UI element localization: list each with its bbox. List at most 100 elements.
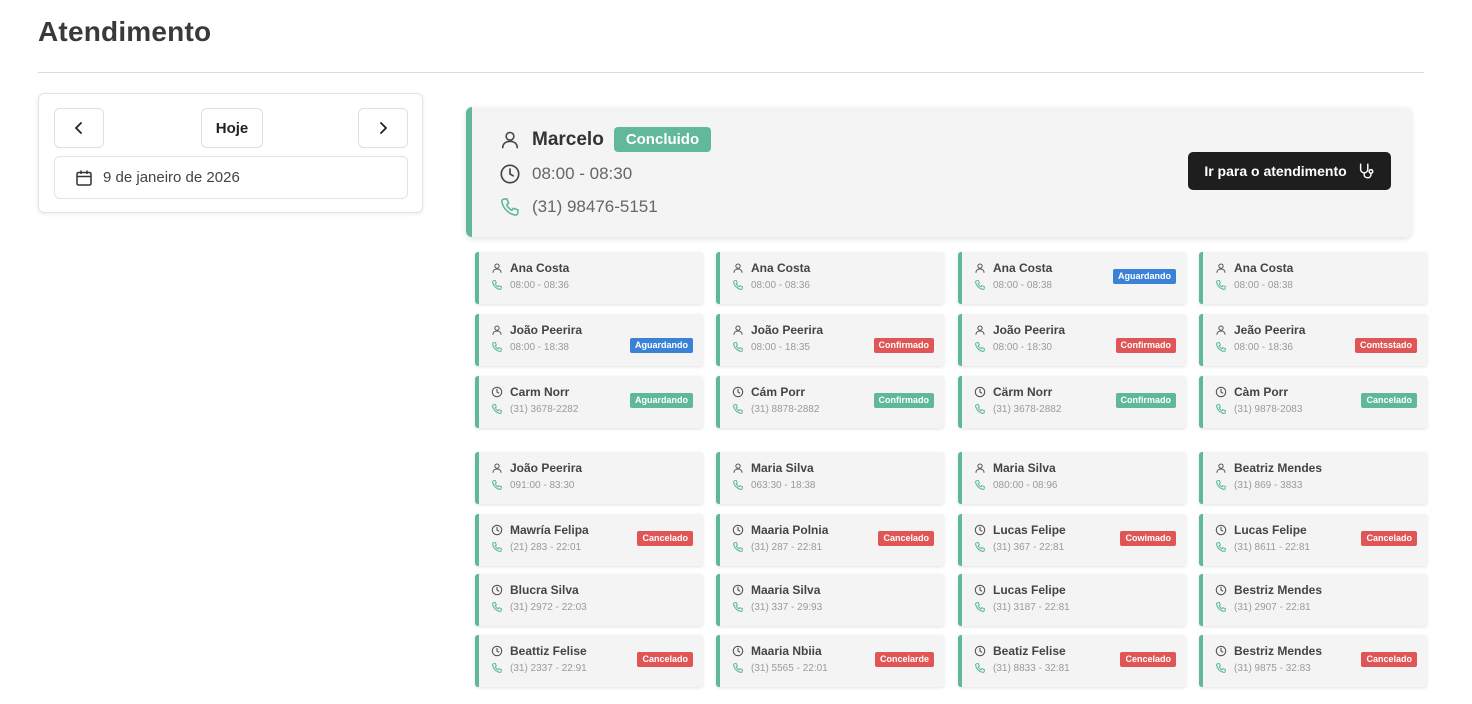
card-detail: (31) 5565 - 22:01 <box>751 663 828 674</box>
clock-icon <box>491 584 504 597</box>
patient-name: Càm Porr <box>1234 385 1289 399</box>
appointment-card[interactable]: Carm Norr (31) 3678-2282 Aguardando <box>475 376 703 428</box>
appointment-card[interactable]: Beattiz Felise (31) 2337 - 22:91 Cancelado <box>475 635 703 687</box>
status-badge: Cancelado <box>1361 531 1417 546</box>
phone-icon <box>1215 541 1228 554</box>
card-title-row: Cám Porr <box>732 385 805 399</box>
card-detail-row: (31) 3678-2882 <box>974 403 1061 416</box>
appointment-card[interactable]: Cärm Norr (31) 3678-2882 Confirmado <box>958 376 1186 428</box>
user-icon <box>1215 324 1228 337</box>
calendar-icon <box>75 169 93 187</box>
clock-icon <box>498 162 522 186</box>
phone-icon <box>974 541 987 554</box>
card-detail-row: (31) 8611 - 22:81 <box>1215 541 1310 554</box>
appointment-time: 08:00 - 08:30 <box>532 164 633 183</box>
appointment-card[interactable]: Lucas Felipe (31) 367 - 22:81 Cowimado <box>958 514 1186 566</box>
card-detail-row: (31) 869 - 3833 <box>1215 479 1302 492</box>
appointment-card[interactable]: Beatiz Felise (31) 8833 - 32:81 Cencelado <box>958 635 1186 687</box>
status-badge: Cancelado <box>1361 393 1417 408</box>
phone-icon <box>974 601 987 614</box>
card-detail-row: (31) 9878-2083 <box>1215 403 1302 416</box>
appointment-card[interactable]: Ana Costa 08:00 - 08:36 <box>475 252 703 304</box>
appointment-card[interactable]: João Peerira 08:00 - 18:35 Confirmado <box>716 314 944 366</box>
card-title-row: João Peerira <box>732 323 823 337</box>
clock-icon <box>1215 584 1228 597</box>
featured-appointment-card[interactable]: Marcelo Concluido 08:00 - 08:30 (31) 984… <box>466 107 1411 237</box>
appointment-card[interactable]: Mawría Felipa (21) 283 - 22:01 Cancelado <box>475 514 703 566</box>
phone-icon <box>1215 403 1228 416</box>
card-title-row: Ana Costa <box>1215 261 1293 275</box>
card-detail: (31) 9878-2083 <box>1234 404 1303 415</box>
status-badge: Cancelado <box>637 531 693 546</box>
phone-icon <box>732 479 745 492</box>
card-detail-row: (31) 2907 - 22:81 <box>1215 601 1311 614</box>
appointment-card[interactable]: João Peerira 08:00 - 18:30 Confirmado <box>958 314 1186 366</box>
card-detail: (31) 3678-2282 <box>510 404 579 415</box>
phone-icon <box>732 341 745 354</box>
patient-name: Mawría Felipa <box>510 523 589 537</box>
appointment-card[interactable]: Jeão Peerira 08:00 - 18:36 Comtsstado <box>1199 314 1427 366</box>
phone-icon <box>491 279 504 292</box>
appointment-card[interactable]: Blucra Silva (31) 2972 - 22:03 <box>475 574 703 626</box>
date-picker-field[interactable]: 9 de janeiro de 2026 <box>54 156 408 199</box>
appointment-card[interactable]: Maaria Polnia (31) 287 - 22:81 Cancelado <box>716 514 944 566</box>
appointment-card[interactable]: Bestriz Mendes (31) 9875 - 32:83 Cancelado <box>1199 635 1427 687</box>
card-detail: (31) 8878-2882 <box>751 404 820 415</box>
patient-name: Beatiz Felise <box>993 644 1066 658</box>
patient-name: Lucas Felipe <box>993 523 1066 537</box>
phone-icon <box>1215 601 1228 614</box>
appointment-card[interactable]: Lucas Felipe (31) 8611 - 22:81 Cancelado <box>1199 514 1427 566</box>
status-badge: Confirmado <box>1115 393 1176 408</box>
appointment-card[interactable]: Beatriz Mendes (31) 869 - 3833 <box>1199 452 1427 504</box>
appointment-card[interactable]: Maria Silva 080:00 - 08:96 <box>958 452 1186 504</box>
appointment-card[interactable]: João Peerira 08:00 - 18:38 Aguardando <box>475 314 703 366</box>
card-title-row: Ana Costa <box>974 261 1052 275</box>
patient-name: Maria Silva <box>751 461 814 475</box>
previous-day-button[interactable] <box>54 108 104 148</box>
appointment-card[interactable]: Càm Porr (31) 9878-2083 Cancelado <box>1199 376 1427 428</box>
clock-icon <box>732 584 745 597</box>
appointment-card[interactable]: Maria Silva 063:30 - 18:38 <box>716 452 944 504</box>
phone-icon <box>974 662 987 675</box>
phone-icon <box>732 601 745 614</box>
next-day-button[interactable] <box>358 108 408 148</box>
card-detail-row: (31) 5565 - 22:01 <box>732 662 828 675</box>
date-navigator: Hoje 9 de janeiro de 2026 <box>38 93 423 213</box>
card-detail-row: 08:00 - 18:36 <box>1215 341 1293 354</box>
card-detail: (31) 8611 - 22:81 <box>1234 542 1310 553</box>
go-to-appointment-button[interactable]: Ir para o atendimento <box>1188 152 1391 190</box>
user-icon <box>1215 462 1228 475</box>
user-icon <box>498 128 522 152</box>
stethoscope-icon <box>1347 162 1375 180</box>
card-title-row: Beattiz Felise <box>491 644 587 658</box>
appointment-card[interactable]: Ana Costa 08:00 - 08:38 <box>1199 252 1427 304</box>
card-detail: (31) 869 - 3833 <box>1234 480 1303 491</box>
chevron-right-icon <box>376 121 390 135</box>
card-title-row: Mawría Felipa <box>491 523 589 537</box>
phone-icon <box>1215 479 1228 492</box>
status-badge: Comtsstado <box>1354 338 1417 353</box>
appointment-card[interactable]: Ana Costa 08:00 - 08:36 <box>716 252 944 304</box>
appointment-card[interactable]: Ana Costa 08:00 - 08:38 Aguardando <box>958 252 1186 304</box>
card-title-row: Blucra Silva <box>491 583 579 597</box>
appointment-card[interactable]: Maaria Nbiia (31) 5565 - 22:01 Concelarde <box>716 635 944 687</box>
appointment-card[interactable]: Bestriz Mendes (31) 2907 - 22:81 <box>1199 574 1427 626</box>
card-detail: 091:00 - 83:30 <box>510 480 575 491</box>
card-detail-row: (31) 367 - 22:81 <box>974 541 1064 554</box>
appointment-card[interactable]: Maaria Silva (31) 337 - 29:93 <box>716 574 944 626</box>
patient-name: Ana Costa <box>993 261 1053 275</box>
clock-icon <box>974 386 987 399</box>
appointment-card[interactable]: Lucas Felipe (31) 3187 - 22:81 <box>958 574 1186 626</box>
phone-icon <box>491 662 504 675</box>
card-detail-row: 091:00 - 83:30 <box>491 479 575 492</box>
phone-icon <box>498 195 522 219</box>
today-button[interactable]: Hoje <box>201 108 263 148</box>
card-detail-row: (31) 8833 - 32:81 <box>974 662 1070 675</box>
card-title-row: Jeão Peerira <box>1215 323 1305 337</box>
card-detail-row: (31) 337 - 29:93 <box>732 601 822 614</box>
card-detail-row: (31) 9875 - 32:83 <box>1215 662 1311 675</box>
appointment-card[interactable]: João Peerira 091:00 - 83:30 <box>475 452 703 504</box>
clock-icon <box>974 584 987 597</box>
appointment-card[interactable]: Cám Porr (31) 8878-2882 Confirmado <box>716 376 944 428</box>
status-badge: Aguardando <box>630 338 693 353</box>
